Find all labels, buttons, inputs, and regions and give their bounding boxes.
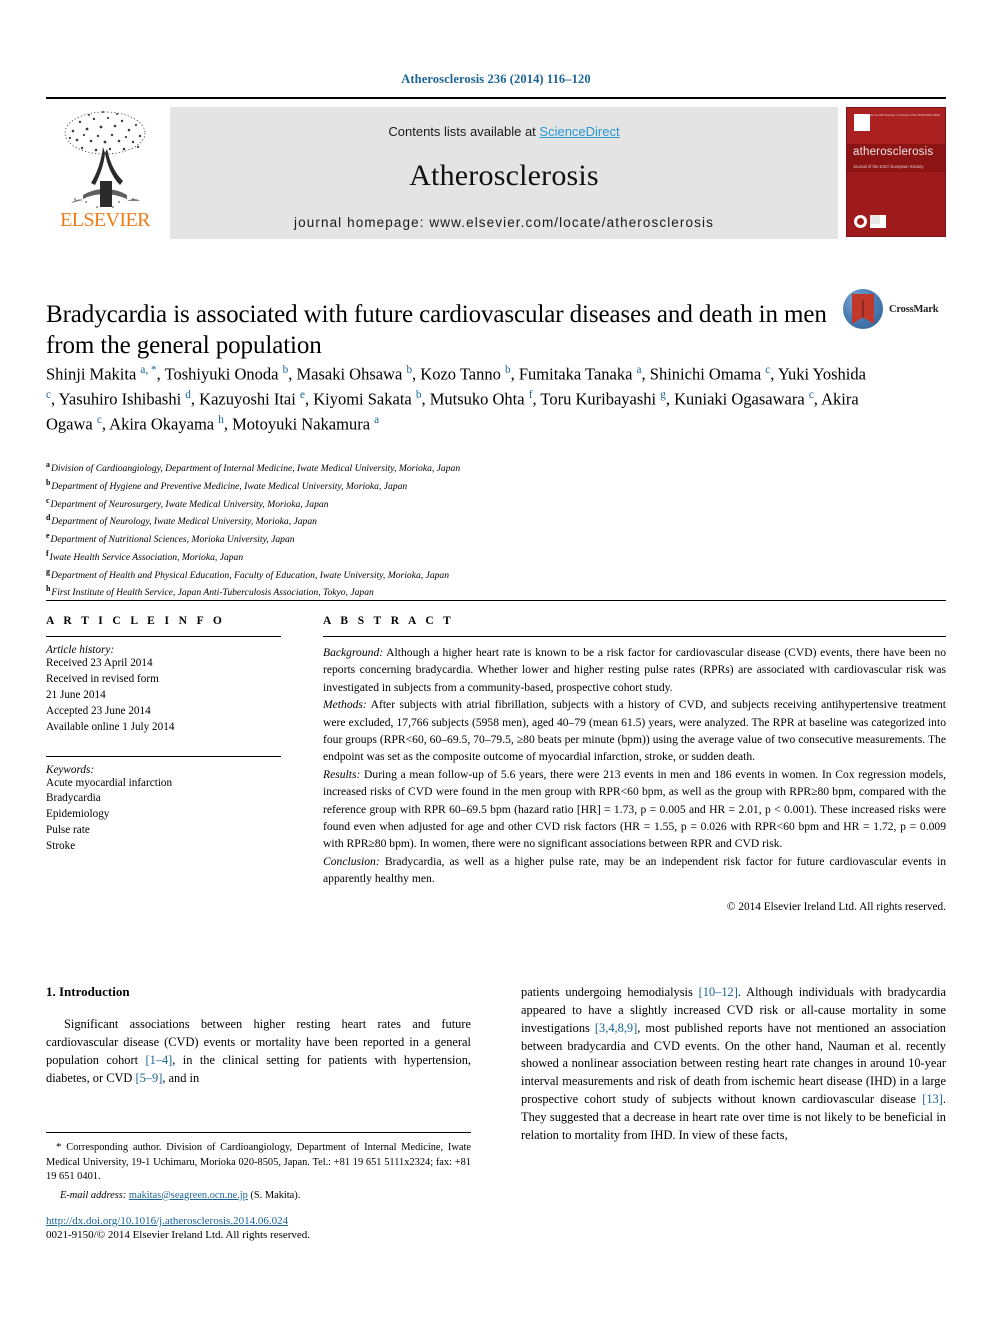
abstract-conclusion-label: Conclusion:	[323, 854, 380, 868]
affiliation-text: Iwate Health Service Association, Moriok…	[49, 552, 244, 564]
contents-available-line: Contents lists available at ScienceDirec…	[170, 107, 838, 139]
abstract-results-text: During a mean follow-up of 5.6 years, th…	[323, 767, 946, 851]
divider	[46, 755, 281, 757]
journal-title: Atherosclerosis	[409, 159, 599, 192]
history-item: 21 June 2014	[46, 688, 106, 701]
affiliation-text: Department of Neurosurgery, Iwate Medica…	[50, 498, 329, 510]
cover-title: atherosclerosis	[853, 146, 934, 159]
abstract-background-text: Although a higher heart rate is known to…	[323, 646, 946, 694]
email-line: E-mail address: makitas@seagreen.ocn.ne.…	[46, 1189, 471, 1204]
affiliation-mark: d	[46, 513, 51, 523]
affiliation-list: aDivision of Cardioangiology, Department…	[46, 459, 746, 601]
abstract-body: Background: Although a higher heart rate…	[323, 644, 946, 887]
article-info-column: A R T I C L E I N F O Article history: R…	[46, 615, 281, 913]
elsevier-tree-icon	[53, 107, 157, 213]
affiliation-item: eDepartment of Nutritional Sciences, Mor…	[46, 530, 746, 548]
affiliation-mark: h	[46, 584, 51, 594]
article-history-label: Article history:	[46, 644, 115, 656]
history-item: Received in revised form	[46, 672, 159, 685]
affiliation-mark: b	[46, 477, 51, 487]
affiliation-item: dDepartment of Neurology, Iwate Medical …	[46, 512, 746, 530]
history-item: Available online 1 July 2014	[46, 720, 175, 733]
keyword-item: Bradycardia	[46, 792, 101, 805]
journal-masthead: ELSEVIER Contents lists available at Sci…	[46, 97, 946, 245]
intro-paragraph-right: patients undergoing hemodialysis [10–12]…	[521, 985, 946, 1142]
intro-paragraph-left: Significant associations between higher …	[46, 1017, 471, 1085]
abstract-results-label: Results:	[323, 767, 361, 781]
abstract-conclusion: Conclusion: Bradycardia, as well as a hi…	[323, 853, 946, 888]
email-label: E-mail address:	[60, 1189, 127, 1201]
section-heading-introduction: 1. Introduction	[46, 984, 130, 999]
affiliation-text: Department of Nutritional Sciences, Mori…	[50, 534, 295, 546]
affiliation-mark: e	[46, 531, 50, 541]
doi-link[interactable]: http://dx.doi.org/10.1016/j.atherosclero…	[46, 1215, 476, 1227]
abstract-heading: A B S T R A C T	[323, 615, 455, 627]
affiliation-mark: a	[46, 460, 50, 469]
contents-prefix: Contents lists available at	[388, 124, 540, 139]
keyword-item: Epidemiology	[46, 808, 110, 821]
affiliation-text: Division of Cardioangiology, Department …	[50, 463, 461, 475]
affiliation-item: fIwate Health Service Association, Morio…	[46, 548, 746, 566]
keyword-item: Acute myocardial infarction	[46, 776, 173, 789]
abstract-background-label: Background:	[323, 646, 384, 659]
affiliation-item: bDepartment of Hygiene and Preventive Me…	[46, 477, 746, 495]
crossmark-badge[interactable]: CrossMark	[843, 286, 953, 332]
issn-copyright-line: 0021-9150/© 2014 Elsevier Ireland Ltd. A…	[46, 1229, 311, 1241]
sciencedirect-link[interactable]: ScienceDirect	[539, 124, 619, 139]
body-column-right: patients undergoing hemodialysis [10–12]…	[521, 984, 946, 1145]
cover-badge-circle-icon	[854, 215, 867, 228]
journal-article-page: Atherosclerosis 236 (2014) 116–120 ELSEV…	[0, 0, 992, 1323]
cover-topline: Volume 236 Number 1 October 2014 ISSN 00…	[868, 113, 940, 117]
abstract-methods-text: After subjects with atrial fibrillation,…	[323, 698, 946, 764]
running-head: Atherosclerosis 236 (2014) 116–120	[401, 72, 591, 86]
page-title: Bradycardia is associated with future ca…	[46, 300, 827, 360]
affiliation-mark: f	[46, 548, 49, 558]
info-abstract-section: A R T I C L E I N F O Article history: R…	[46, 600, 946, 913]
journal-banner: Contents lists available at ScienceDirec…	[170, 107, 838, 239]
cover-subtitle: Journal of the ESC/ European Society	[853, 164, 924, 170]
affiliation-text: Department of Neurology, Iwate Medical U…	[51, 516, 317, 528]
journal-cover-thumbnail: Volume 236 Number 1 October 2014 ISSN 00…	[846, 107, 946, 237]
cover-badges	[854, 215, 886, 228]
corresponding-author-text: * Corresponding author. Division of Card…	[46, 1141, 471, 1183]
elsevier-wordmark: ELSEVIER	[60, 209, 150, 231]
abstract-methods-label: Methods:	[323, 698, 367, 712]
crossmark-icon	[843, 289, 883, 329]
divider	[323, 636, 946, 637]
abstract-conclusion-text: Bradycardia, as well as a higher pulse r…	[323, 854, 946, 886]
abstract-column: A B S T R A C T Background: Although a h…	[281, 615, 946, 913]
body-column-left: 1. Introduction Significant associations…	[46, 984, 471, 1145]
affiliation-item: gDepartment of Health and Physical Educa…	[46, 566, 746, 584]
doi-block: http://dx.doi.org/10.1016/j.atherosclero…	[46, 1215, 476, 1241]
corresponding-author-footnote: * Corresponding author. Division of Card…	[46, 1132, 471, 1203]
body-columns: 1. Introduction Significant associations…	[46, 984, 946, 1145]
article-info-heading: A R T I C L E I N F O	[46, 615, 226, 627]
history-item: Received 23 April 2014	[46, 657, 153, 669]
journal-homepage[interactable]: journal homepage: www.elsevier.com/locat…	[170, 215, 838, 230]
keyword-item: Pulse rate	[46, 824, 90, 837]
abstract-background: Background: Although a higher heart rate…	[323, 644, 946, 696]
affiliation-text: Department of Hygiene and Preventive Med…	[51, 480, 408, 492]
divider	[46, 636, 281, 637]
affiliation-item: aDivision of Cardioangiology, Department…	[46, 459, 746, 477]
author-email-link[interactable]: makitas@seagreen.ocn.ne.jp	[129, 1190, 248, 1201]
keyword-item: Stroke	[46, 840, 76, 853]
affiliation-item: cDepartment of Neurosurgery, Iwate Medic…	[46, 495, 746, 513]
affiliation-text: First Institute of Health Service, Japan…	[51, 587, 374, 599]
history-item: Accepted 23 June 2014	[46, 704, 151, 717]
affiliation-mark: g	[46, 566, 50, 576]
cover-badge-square-icon	[870, 215, 886, 228]
abstract-results: Results: During a mean follow-up of 5.6 …	[323, 766, 946, 853]
affiliation-item: hFirst Institute of Health Service, Japa…	[46, 583, 746, 601]
keywords-label: Keywords:	[46, 763, 95, 776]
author-list: Shinji Makita a, *, Toshiyuki Onoda b, M…	[46, 364, 866, 434]
crossmark-label: CrossMark	[889, 303, 939, 315]
affiliation-mark: c	[46, 495, 50, 505]
elsevier-logo: ELSEVIER	[46, 99, 164, 245]
affiliation-text: Department of Health and Physical Educat…	[50, 569, 450, 581]
email-suffix: (S. Makita).	[247, 1189, 301, 1201]
abstract-copyright: © 2014 Elsevier Ireland Ltd. All rights …	[726, 901, 946, 914]
abstract-methods: Methods: After subjects with atrial fibr…	[323, 696, 946, 766]
